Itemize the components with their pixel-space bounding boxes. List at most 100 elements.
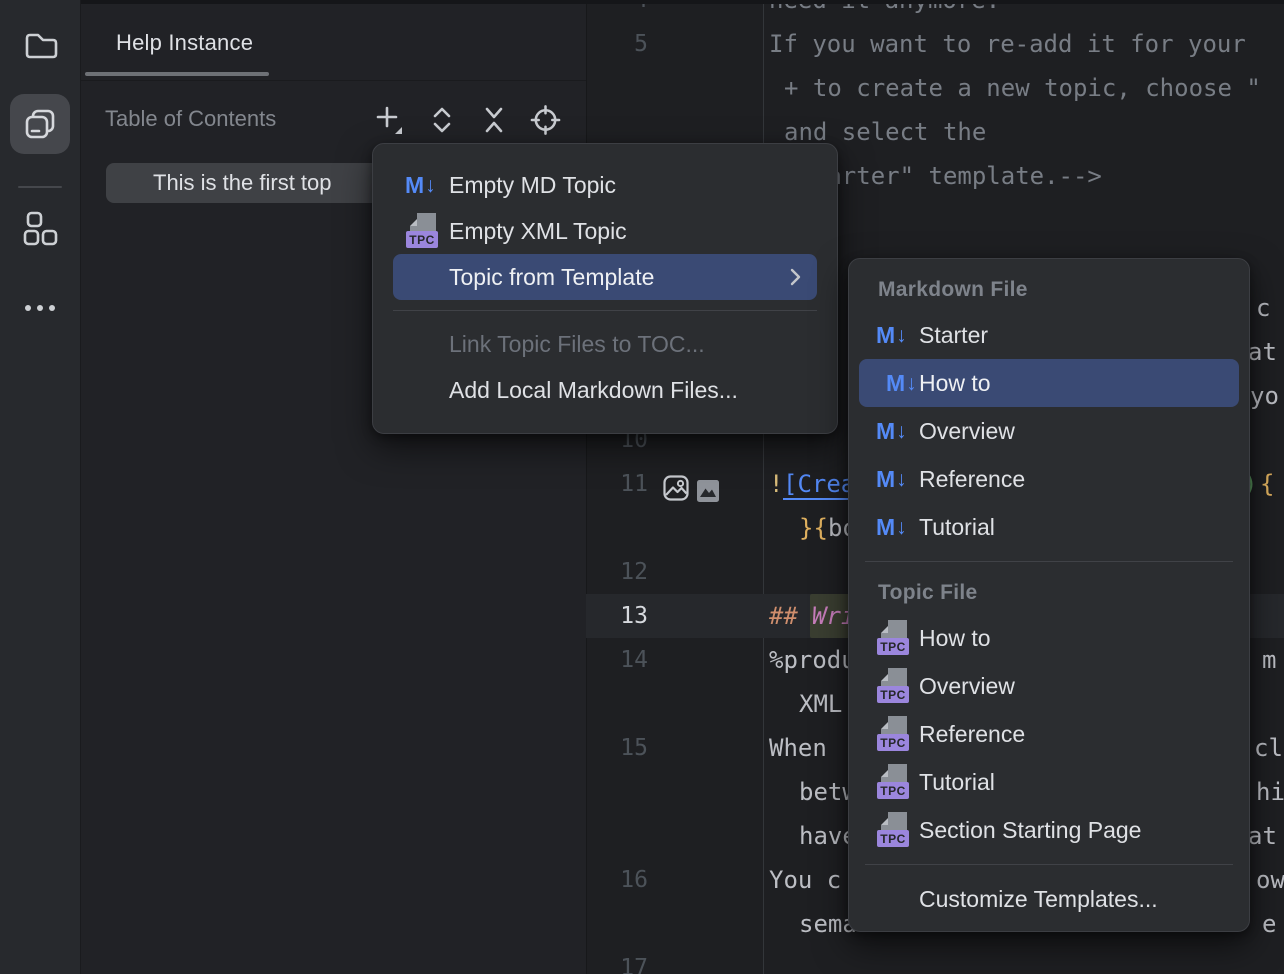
topic-file-icon: TPC [405, 212, 439, 250]
menu-item-label: Tutorial [919, 769, 995, 796]
menu-separator [865, 864, 1233, 865]
plus-dropdown-icon [373, 103, 406, 137]
line-number: 13 [586, 594, 648, 638]
menu-item-label: Reference [919, 466, 1025, 493]
line-number: 17 [586, 946, 648, 974]
code-text: ! [769, 462, 783, 506]
help-instances-icon [20, 104, 60, 144]
submenu-item-tpc-reference[interactable]: TPC Reference [849, 710, 1249, 758]
submenu-arrow-icon [787, 266, 803, 294]
code-text: hi [1256, 770, 1284, 814]
structure-icon [20, 208, 60, 248]
code-text: m [1262, 638, 1276, 682]
project-folder-icon[interactable] [10, 16, 70, 76]
topic-file-icon: TPC [876, 619, 910, 657]
menu-separator [865, 561, 1233, 562]
toc-tree-item-label: This is the first top [153, 170, 332, 196]
menu-item-tpc-empty-xml-topic[interactable]: TPC Empty XML Topic [373, 208, 837, 254]
menu-item-label: Empty XML Topic [449, 218, 627, 245]
line-number: 5 [586, 22, 648, 66]
topic-file-icon: TPC [876, 667, 910, 705]
add-topic-button[interactable] [373, 103, 406, 137]
writerside-ide-window: Help Instance Table of Contents [0, 0, 1284, 974]
code-text: at [1248, 814, 1277, 858]
code-text: When [769, 726, 827, 770]
topic-file-icon: TPC [876, 763, 910, 801]
code-text: at [1248, 330, 1277, 374]
table-of-contents-label: Table of Contents [105, 106, 276, 132]
submenu-item-tpc-tutorial[interactable]: TPC Tutorial [849, 758, 1249, 806]
menu-item-label: Topic from Template [449, 264, 654, 291]
writerside-toc-tool-button[interactable] [10, 94, 70, 154]
more-tool-windows-button[interactable] [10, 278, 70, 338]
menu-item-label: How to [919, 625, 991, 652]
target-icon [529, 103, 562, 137]
submenu-item-md-reference[interactable]: M↓ Reference [849, 455, 1249, 503]
editor-line-5: 5 If you want to re-add it for your [586, 22, 1284, 66]
markdown-file-icon: M↓ [405, 174, 436, 197]
markdown-file-icon: M↓ [876, 468, 907, 491]
topic-from-template-submenu: Markdown FileM↓StarterM↓How toM↓Overview… [848, 258, 1250, 932]
editor-line-17: 17 [586, 946, 1284, 974]
code-text: }{ [799, 506, 828, 550]
window-top-border [81, 0, 1284, 4]
submenu-item-md-starter[interactable]: M↓ Starter [849, 311, 1249, 359]
panel-tab-help-instance[interactable]: Help Instance [116, 30, 253, 56]
menu-item-label: Section Starting Page [919, 817, 1141, 844]
topic-file-icon: TPC [876, 715, 910, 753]
submenu-item-customize-templates[interactable]: Customize Templates... [849, 875, 1249, 923]
submenu-item-tpc-overview[interactable]: TPC Overview [849, 662, 1249, 710]
menu-item-label: Overview [919, 673, 1015, 700]
menu-item-add-local-markdown-files[interactable]: Add Local Markdown Files... [373, 367, 837, 413]
menu-item-label: Overview [919, 418, 1015, 445]
tab-selected-underline [85, 72, 269, 76]
code-text: %produ [769, 638, 856, 682]
code-text: { [1260, 462, 1274, 506]
menu-separator [393, 310, 817, 311]
collapse-all-button[interactable] [477, 103, 510, 137]
menu-item-label: Tutorial [919, 514, 995, 541]
code-text: ow [1256, 858, 1284, 902]
code-text: yo [1250, 374, 1279, 418]
menu-item-label: How to [919, 370, 991, 397]
editor-wrap-row: + to create a new topic, choose " [586, 66, 1284, 110]
menu-item-label: Empty MD Topic [449, 172, 616, 199]
submenu-item-tpc-how-to[interactable]: TPC How to [849, 614, 1249, 662]
code-text: If you want to re-add it for your [769, 22, 1246, 66]
menu-item-label: Link Topic Files to TOC... [449, 331, 705, 358]
rail-divider [18, 186, 62, 188]
menu-item-topic-from-template[interactable]: Topic from Template [393, 254, 817, 300]
menu-item-link-topic-files-to-toc: Link Topic Files to TOC... [373, 321, 837, 367]
add-topic-popup-menu: M↓ Empty MD Topic TPC Empty XML Topic Topic … [372, 143, 838, 434]
markdown-file-icon: M↓ [876, 516, 907, 539]
toc-toolbar [373, 103, 562, 137]
submenu-item-md-tutorial[interactable]: M↓ Tutorial [849, 503, 1249, 551]
locate-open-file-button[interactable] [529, 103, 562, 137]
expand-all-button[interactable] [425, 103, 458, 137]
menu-item-label: Add Local Markdown Files... [449, 377, 738, 404]
submenu-item-md-how-to[interactable]: M↓How to [859, 359, 1239, 407]
submenu-item-md-overview[interactable]: M↓Overview [849, 407, 1249, 455]
code-text: [Crea [783, 462, 855, 506]
submenu-header-topic-file: Topic File [849, 572, 1249, 614]
menu-item-label: Customize Templates... [919, 886, 1158, 913]
menu-item-label: Reference [919, 721, 1025, 748]
line-number: 12 [586, 550, 648, 594]
ellipsis-icon [20, 288, 60, 328]
tool-window-rail [0, 0, 81, 974]
menu-item-md-empty-md-topic[interactable]: M↓ Empty MD Topic [373, 162, 837, 208]
line-number: 15 [586, 726, 648, 770]
panel-header: Help Instance [81, 4, 586, 81]
line-number: 11 [586, 462, 648, 506]
markdown-file-icon: M↓ [876, 324, 907, 347]
menu-item-label: Starter [919, 322, 988, 349]
markdown-file-icon: M↓ [886, 372, 917, 395]
collapse-all-icon [479, 104, 509, 136]
line-number: 14 [586, 638, 648, 682]
submenu-header-markdown-file: Markdown File [849, 269, 1249, 311]
submenu-item-tpc-section-starting-page[interactable]: TPC Section Starting Page [849, 806, 1249, 854]
code-text: e [1262, 902, 1276, 946]
topic-file-icon: TPC [876, 811, 910, 849]
code-text: You c [769, 858, 841, 902]
structure-tool-button[interactable] [10, 198, 70, 258]
